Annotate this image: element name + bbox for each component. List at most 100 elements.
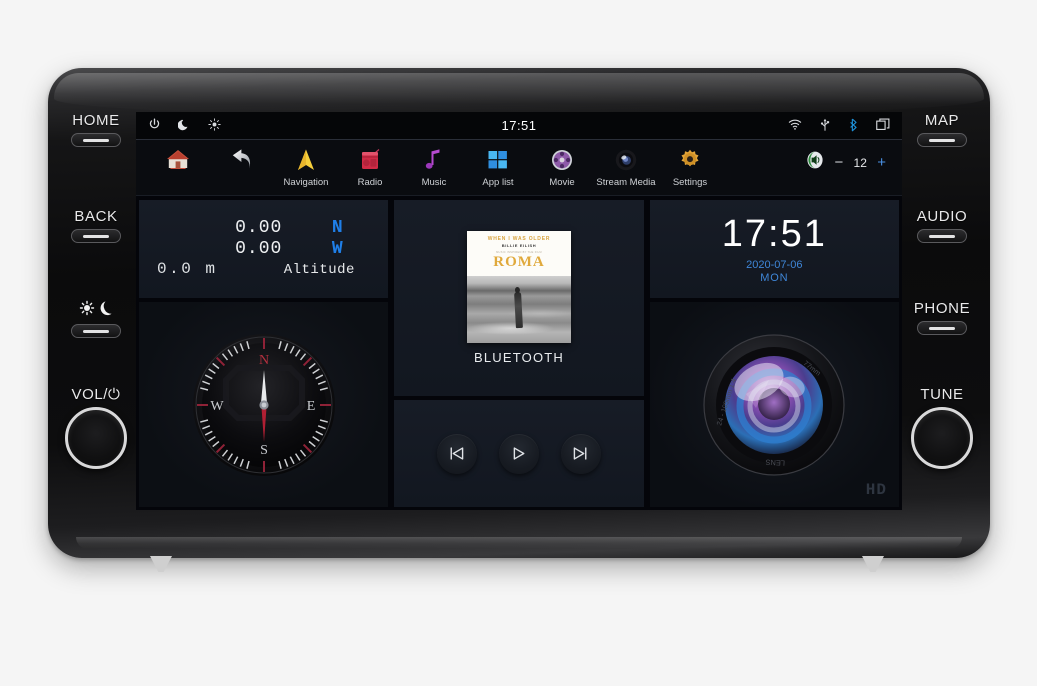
album-photo-figure: [513, 291, 523, 329]
latitude-value: 0.00: [235, 218, 283, 238]
album-art-text: WHEN I WAS OLDER BILLIE EILISH MUSIC INS…: [466, 231, 571, 276]
album-photo: [466, 276, 571, 343]
usb-icon[interactable]: [819, 118, 831, 134]
phone-hardware-button[interactable]: PHONE: [894, 300, 990, 335]
dock-label-music: Music: [421, 177, 447, 188]
day-night-hardware-button[interactable]: [48, 300, 144, 338]
map-key-cap[interactable]: [917, 133, 967, 147]
left-hardware-panel: HOME BACK VOL/⏻: [48, 68, 144, 558]
gps-panel: 0.00 N 0.00 W 0.0 m Altitude N S W E: [139, 200, 389, 507]
right-hardware-panel: MAP AUDIO PHONE TUNE: [894, 68, 990, 558]
play-icon: [514, 447, 525, 460]
latitude-direction: N: [331, 218, 343, 238]
music-note-icon: [422, 145, 446, 175]
longitude-row: 0.00 W: [153, 239, 374, 259]
volume-down-button[interactable]: −: [834, 155, 843, 170]
dock-label-movie: Movie: [549, 177, 575, 188]
audio-key-cap[interactable]: [917, 229, 967, 243]
wifi-icon[interactable]: [788, 118, 802, 133]
play-button[interactable]: [498, 433, 539, 474]
home-hardware-button[interactable]: HOME: [48, 112, 144, 147]
status-bar-clock: 17:51: [501, 118, 537, 133]
phone-key-cap[interactable]: [917, 321, 967, 335]
dvr-widget[interactable]: 77mm 24 - 105mm 1:4 LENS HD: [649, 302, 899, 507]
audio-hardware-button[interactable]: AUDIO: [894, 208, 990, 243]
dock-item-music[interactable]: Music: [402, 145, 466, 188]
compass-widget[interactable]: N S W E: [139, 302, 389, 507]
back-key-cap[interactable]: [71, 229, 121, 243]
media-source-label: BLUETOOTH: [473, 350, 564, 365]
dock-label-stream-media: Stream Media: [596, 177, 656, 188]
dock-label-app-list: App list: [482, 177, 514, 188]
camera-lens-icon: [614, 145, 638, 175]
screenshot-root: HOME BACK VOL/⏻ MAP AUDIO PHONE TUNE 17:…: [0, 0, 1037, 686]
power-icon[interactable]: [148, 118, 161, 133]
volume-up-button[interactable]: +: [877, 155, 886, 170]
longitude-direction: W: [331, 239, 343, 259]
now-playing-widget[interactable]: WHEN I WAS OLDER BILLIE EILISH MUSIC INS…: [394, 200, 644, 396]
volume-power-knob[interactable]: VOL/⏻: [48, 386, 144, 469]
clock-weekday: MON: [760, 271, 789, 284]
tune-knob-label: TUNE: [920, 386, 964, 403]
navigation-icon: [294, 145, 318, 175]
brightness-icon[interactable]: [208, 118, 221, 133]
back-hardware-button[interactable]: BACK: [48, 208, 144, 243]
sun-moon-icon: [79, 300, 112, 316]
speaker-icon[interactable]: [805, 150, 825, 175]
album-title: ROMA: [493, 254, 545, 270]
bluetooth-icon[interactable]: [848, 118, 859, 134]
home-button-label: HOME: [72, 112, 120, 129]
day-night-icon: [48, 300, 144, 320]
dock-item-settings[interactable]: Settings: [658, 145, 722, 188]
dock-item-home[interactable]: [146, 145, 210, 177]
radio-icon: [358, 145, 382, 175]
latitude-row: 0.00 N: [153, 218, 374, 238]
altitude-row: 0.0 m Altitude: [153, 260, 374, 278]
media-controls: [394, 400, 644, 507]
next-button[interactable]: [560, 433, 601, 474]
phone-button-label: PHONE: [913, 300, 971, 317]
status-bar: 17:51: [136, 112, 902, 140]
app-grid-icon: [486, 145, 510, 175]
home-icon: [165, 145, 191, 175]
album-track-title: WHEN I WAS OLDER: [487, 236, 551, 242]
dock-item-stream-media[interactable]: Stream Media: [594, 145, 658, 188]
altitude-label: Altitude: [283, 262, 355, 278]
volume-knob-label: VOL/⏻: [71, 386, 121, 403]
album-artist: BILLIE EILISH: [501, 243, 537, 248]
clock-time: 17:51: [721, 212, 827, 255]
dock-item-navigation[interactable]: Navigation: [274, 145, 338, 188]
recents-icon[interactable]: [876, 118, 890, 133]
longitude-value: 0.00: [235, 239, 283, 259]
film-reel-icon: [550, 145, 574, 175]
lens-text-bottom: LENS: [766, 457, 786, 467]
dock-item-movie[interactable]: Movie: [530, 145, 594, 188]
compass-dial: N S W E: [192, 333, 335, 476]
home-key-cap[interactable]: [71, 133, 121, 147]
media-panel: WHEN I WAS OLDER BILLIE EILISH MUSIC INS…: [394, 200, 644, 507]
tune-knob-dial[interactable]: [911, 407, 973, 469]
day-night-key-cap[interactable]: [71, 324, 121, 338]
next-icon: [574, 447, 587, 460]
gear-icon: [678, 145, 702, 175]
touchscreen[interactable]: 17:51 Navigation Radio Music App list Mo…: [136, 112, 902, 510]
dock-item-app-list[interactable]: App list: [466, 145, 530, 188]
volume-knob-dial[interactable]: [65, 407, 127, 469]
clock-widget[interactable]: 17:51 2020-07-06 MON: [649, 200, 899, 298]
dock-item-back[interactable]: [210, 145, 274, 177]
previous-button[interactable]: [436, 433, 477, 474]
head-unit-device: HOME BACK VOL/⏻ MAP AUDIO PHONE TUNE 17:…: [48, 68, 990, 558]
map-hardware-button[interactable]: MAP: [894, 112, 990, 147]
compass-east-label: E: [306, 399, 315, 414]
compass-west-label: W: [210, 399, 224, 414]
volume-value: 12: [853, 155, 867, 170]
night-mode-icon[interactable]: [177, 118, 191, 133]
dock-item-radio[interactable]: Radio: [338, 145, 402, 188]
gps-coordinates-widget[interactable]: 0.00 N 0.00 W 0.0 m Altitude: [139, 200, 389, 298]
dvr-lens-icon: 77mm 24 - 105mm 1:4 LENS: [703, 333, 845, 476]
compass-south-label: S: [260, 443, 268, 458]
dock-label-navigation: Navigation: [283, 177, 329, 188]
album-art: WHEN I WAS OLDER BILLIE EILISH MUSIC INS…: [466, 231, 571, 343]
compass-north-label: N: [259, 353, 269, 368]
tune-knob[interactable]: TUNE: [894, 386, 990, 469]
